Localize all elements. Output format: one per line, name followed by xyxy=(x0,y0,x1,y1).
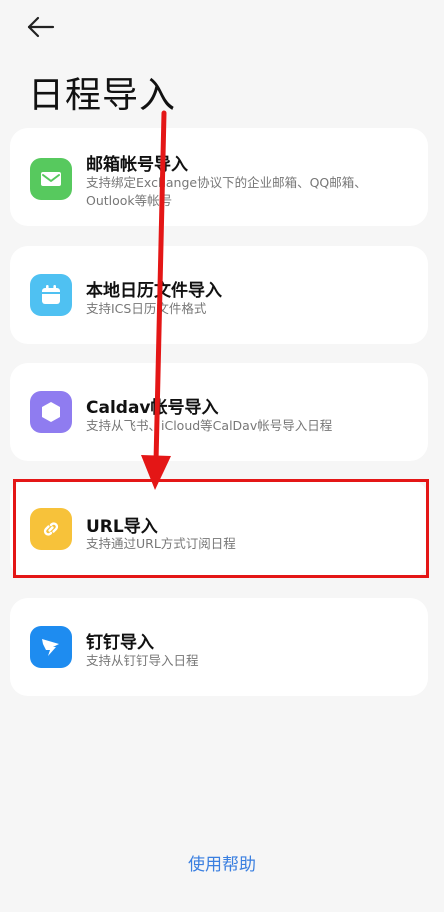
option-title: Caldav帐号导入 xyxy=(86,398,219,418)
dingtalk-icon xyxy=(30,626,72,668)
help-link[interactable]: 使用帮助 xyxy=(0,850,444,875)
option-card-email[interactable]: 邮箱帐号导入 支持绑定Exchange协议下的企业邮箱、QQ邮箱、Outlook… xyxy=(10,128,428,226)
option-card-caldav[interactable]: Caldav帐号导入 支持从飞书、iCloud等CalDav帐号导入日程 xyxy=(10,363,428,461)
mail-icon xyxy=(30,158,72,200)
option-title: 本地日历文件导入 xyxy=(86,281,222,301)
option-description: 支持通过URL方式订阅日程 xyxy=(86,536,236,551)
option-description: 支持从钉钉导入日程 xyxy=(86,653,199,668)
option-card-url[interactable]: URL导入 支持通过URL方式订阅日程 xyxy=(10,480,428,578)
option-title: 钉钉导入 xyxy=(86,633,154,653)
option-description: 支持ICS日历文件格式 xyxy=(86,301,207,316)
option-title: URL导入 xyxy=(86,517,158,537)
calendar-icon xyxy=(30,274,72,316)
option-card-dingtalk[interactable]: 钉钉导入 支持从钉钉导入日程 xyxy=(10,598,428,696)
calendar-import-page: 日程导入 邮箱帐号导入 支持绑定Exchange协议下的企业邮箱、QQ邮箱、Ou… xyxy=(0,0,444,912)
option-title: 邮箱帐号导入 xyxy=(86,155,188,175)
link-icon xyxy=(30,508,72,550)
back-button[interactable] xyxy=(26,12,56,42)
hexagon-icon xyxy=(30,391,72,433)
arrow-left-icon xyxy=(27,16,55,38)
option-description: 支持绑定Exchange协议下的企业邮箱、QQ邮箱、Outlook等帐号 xyxy=(86,175,367,208)
page-title: 日程导入 xyxy=(28,75,177,116)
option-card-local-file[interactable]: 本地日历文件导入 支持ICS日历文件格式 xyxy=(10,246,428,344)
option-description: 支持从飞书、iCloud等CalDav帐号导入日程 xyxy=(86,418,333,433)
